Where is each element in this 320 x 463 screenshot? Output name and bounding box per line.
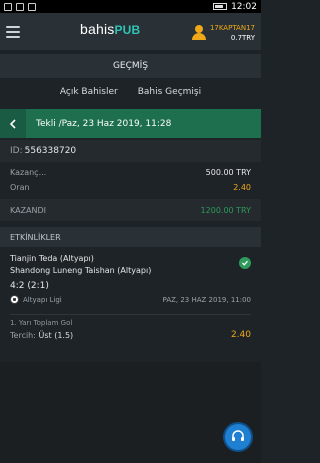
back-button[interactable] (0, 109, 26, 138)
battery-icon (213, 3, 228, 10)
status-icons (4, 2, 36, 11)
user-account[interactable]: 17KAPTAN17 0.7TRY (191, 23, 255, 43)
chevron-left-icon (9, 118, 16, 129)
status-bar: 12:02 (0, 0, 261, 13)
pick-odd: 2.40 (230, 330, 251, 340)
status-time: 12:02 (231, 1, 257, 12)
sim-icon (28, 2, 36, 11)
home-team: Tianjin Teda (Altyapı) (10, 254, 94, 263)
pick-label: Tercih: (10, 330, 36, 340)
soccer-ball-icon (10, 295, 19, 304)
odds-label: Oran (10, 183, 30, 192)
live-support-button[interactable] (225, 424, 251, 450)
app-header: bahisPUB 17KAPTAN17 0.7TRY (0, 13, 261, 50)
event-date: PAZ, 23 HAZ 2019, 11:00 (162, 295, 251, 304)
pick: Tercih: Üst (1.5) (10, 331, 73, 340)
event-item: Tianjin Teda (Altyapı) Shandong Luneng T… (0, 247, 261, 310)
image-icon (16, 2, 24, 11)
win-row: Kazanç... 500.00 TRY (0, 165, 261, 180)
notification-icon (4, 2, 12, 11)
headset-icon (232, 430, 244, 441)
odds-value: 2.40 (233, 183, 251, 192)
pick-value: Üst (1.5) (38, 330, 74, 340)
coupon-id: 556338720 (24, 146, 77, 156)
username: 17KAPTAN17 (209, 24, 255, 32)
league-name: Altyapı Ligi (23, 295, 62, 304)
tab-open-bets[interactable]: Açık Bahisler (60, 87, 118, 97)
away-team: Shandong Luneng Taishan (Altyapı) (10, 266, 152, 275)
logo-accent: PUB (114, 23, 141, 37)
coupon-header: Tekli /Paz, 23 Haz 2019, 11:28 (0, 109, 261, 138)
history-tabs: Açık Bahisler Bahis Geçmişi (0, 78, 261, 106)
events-header: ETKİNLİKLER (0, 227, 261, 247)
market-name: 1. Yarı Toplam Gol (10, 319, 73, 327)
coupon-id-row: ID: 556338720 (0, 140, 261, 162)
odds-row: Oran 2.40 (0, 180, 261, 195)
coupon-title: Tekli /Paz, 23 Haz 2019, 11:28 (36, 118, 172, 129)
result-value: 1200.00 TRY (200, 205, 251, 215)
menu-icon[interactable] (6, 25, 20, 38)
market-info: 1. Yarı Toplam Gol Tercih: Üst (1.5) 2.4… (0, 315, 261, 344)
empty-area (0, 362, 261, 463)
tab-bet-history[interactable]: Bahis Geçmişi (138, 87, 201, 97)
user-icon (191, 25, 206, 41)
page-title: GEÇMİŞ (0, 54, 261, 78)
check-icon (239, 257, 251, 269)
event-score: 4:2 (2:1) (10, 281, 49, 291)
logo[interactable]: bahisPUB (80, 21, 140, 37)
win-label: Kazanç... (10, 168, 47, 177)
coupon-id-label: ID: (10, 146, 23, 156)
result-row: KAZANDI 1200.00 TRY (0, 199, 261, 221)
win-value: 500.00 TRY (205, 168, 251, 177)
result-label: KAZANDI (10, 205, 47, 215)
balance: 0.7TRY (230, 34, 255, 42)
logo-text: bahis (80, 21, 115, 37)
